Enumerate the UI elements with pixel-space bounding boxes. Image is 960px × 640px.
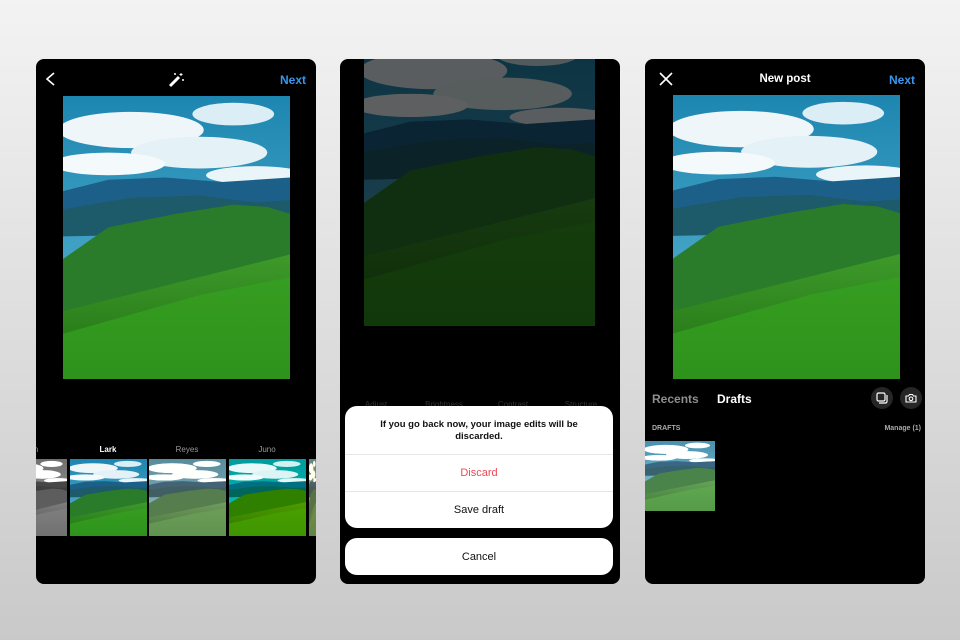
filter-label[interactable]: n (36, 445, 38, 454)
filter-thumb-reyes[interactable] (149, 459, 226, 536)
tab-recents[interactable]: Recents (652, 392, 699, 406)
dialog-message: If you go back now, your image edits wil… (380, 419, 578, 442)
drafts-section-label: DRAFTS (652, 425, 681, 432)
cancel-button[interactable]: Cancel (345, 538, 613, 575)
filter-thumb[interactable] (309, 459, 316, 536)
page-title: New post (759, 73, 811, 85)
photo-preview-dimmed (364, 59, 595, 326)
filter-thumb-juno[interactable] (229, 459, 306, 536)
new-post-screen: New post Next Recents Drafts DRAFTS Mana… (645, 59, 925, 584)
draft-thumbnail[interactable] (645, 441, 715, 511)
photo-preview (63, 96, 290, 379)
discard-dialog: If you go back now, your image edits wil… (345, 406, 613, 528)
manage-drafts-button[interactable]: Manage (1) (884, 425, 921, 432)
next-button[interactable]: Next (889, 73, 915, 87)
photo-preview (673, 95, 900, 379)
camera-button[interactable] (900, 387, 922, 409)
multi-select-button[interactable] (871, 387, 893, 409)
discard-button[interactable]: Discard (345, 454, 613, 491)
magic-wand-icon[interactable] (167, 71, 185, 89)
save-draft-button[interactable]: Save draft (345, 491, 613, 528)
next-button[interactable]: Next (280, 73, 306, 87)
chevron-left-icon[interactable] (44, 71, 58, 87)
filter-thumb-lark[interactable] (70, 459, 147, 536)
filter-label-juno[interactable]: Juno (258, 445, 275, 454)
filter-label-lark[interactable]: Lark (100, 445, 117, 454)
tab-drafts[interactable]: Drafts (717, 392, 752, 406)
filter-label-reyes[interactable]: Reyes (176, 445, 199, 454)
filter-editor-screen: Next n Lark Reyes Juno (36, 59, 316, 584)
multi-select-icon (876, 392, 888, 404)
camera-icon (905, 393, 917, 403)
discard-dialog-screen: Adjust Brightness Contrast Structure If … (340, 59, 620, 584)
filter-thumb[interactable] (36, 459, 67, 536)
